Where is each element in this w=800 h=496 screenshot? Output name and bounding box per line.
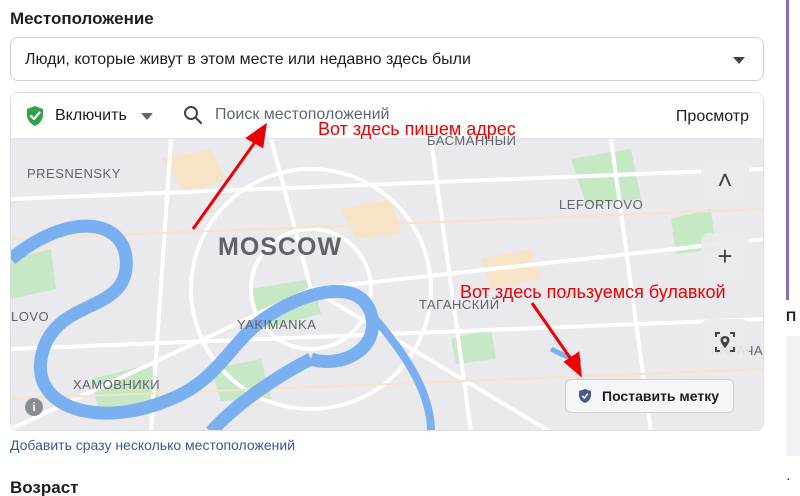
right-panel-box xyxy=(786,336,800,456)
right-panel-mark: · xyxy=(786,470,791,486)
right-panel-edge xyxy=(786,0,800,300)
address-annotation: Вот здесь пишем адрес xyxy=(318,119,516,139)
right-panel-heading: П xyxy=(786,308,797,324)
address-arrow xyxy=(191,122,268,230)
pin-arrow xyxy=(530,302,582,378)
age-section-title: Возраст xyxy=(10,478,79,496)
add-multiple-locations-link[interactable]: Добавить сразу несколько местоположений xyxy=(10,437,295,453)
pin-annotation: Вот здесь пользуемся булавкой xyxy=(460,282,726,302)
annotation-arrows xyxy=(191,122,582,378)
